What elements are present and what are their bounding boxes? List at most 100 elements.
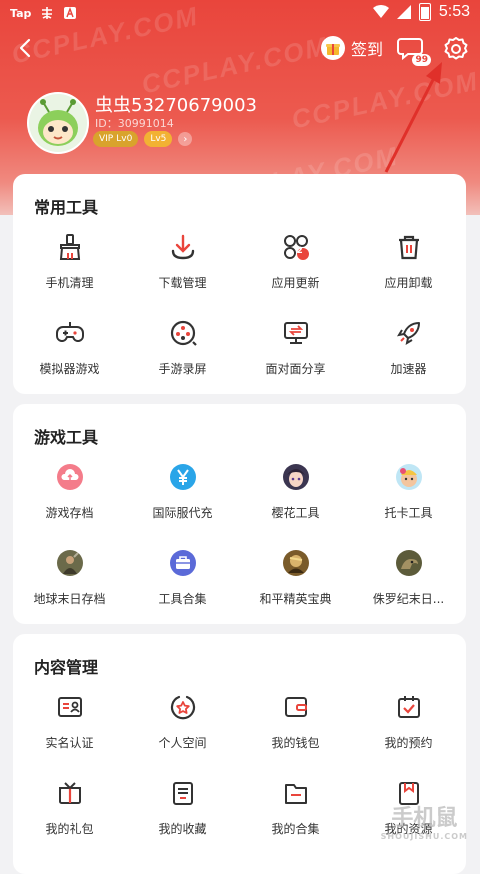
tool-label: 我的钱包 (271, 736, 320, 750)
tool-accelerator[interactable]: 加速器 (352, 316, 465, 377)
checkin-button[interactable]: 签到 (321, 36, 383, 60)
gear-icon (444, 37, 468, 60)
tool-label: 我的合集 (271, 822, 320, 836)
tool-my-wallet[interactable]: 我的钱包 (239, 690, 352, 751)
tool-phone-clean[interactable]: 手机清理 (13, 230, 126, 291)
signal-icon (396, 5, 411, 19)
tool-label: 应用卸载 (384, 276, 433, 290)
tool-label: 和平精英宝典 (259, 592, 332, 606)
toca-avatar-icon (392, 460, 426, 494)
annotation-arrow (384, 62, 442, 173)
chevron-right-icon[interactable]: › (178, 132, 193, 146)
status-time: 5:53 (438, 3, 470, 20)
personal-space-icon (166, 690, 200, 724)
tool-label: 我的收藏 (158, 822, 207, 836)
section-title: 内容管理 (34, 658, 99, 677)
tool-my-favorites[interactable]: 我的收藏 (126, 776, 239, 837)
vip-level: Lv0 (116, 134, 133, 144)
trash-icon (392, 230, 426, 264)
wallet-icon (279, 690, 313, 724)
level-badge[interactable]: Lv5 (144, 131, 173, 147)
tool-app-update[interactable]: 2 应用更新 (239, 230, 352, 291)
tool-label: 工具合集 (158, 592, 207, 606)
section-title: 常用工具 (34, 198, 99, 217)
record-icon (166, 316, 200, 350)
yen-icon (166, 460, 200, 494)
tool-emulator-games[interactable]: 模拟器游戏 (13, 316, 126, 377)
username[interactable]: 虫虫53270679003 (95, 91, 257, 117)
avatar-cartoon-icon (29, 94, 87, 152)
update-count-badge: 2 (296, 246, 303, 256)
common-tools-card: 常用工具 手机清理 下载管理 2 应用更新 应用卸载 模拟器游戏 手游录屏 面对… (13, 174, 466, 394)
gift-box-icon (321, 36, 345, 60)
tool-my-reservations[interactable]: 我的预约 (352, 690, 465, 751)
tool-label: 游戏存档 (45, 506, 94, 520)
tool-international-recharge[interactable]: 国际服代充 (126, 460, 239, 521)
tool-label: 实名认证 (45, 736, 94, 750)
watermark-text: CCPLAY.COM (138, 30, 332, 100)
tool-label: 手机清理 (45, 276, 94, 290)
tap-app-label: Tap (10, 6, 32, 20)
watermark-main: 手机鼠 (391, 806, 458, 831)
tool-jurassic-doomsday[interactable]: 侏罗纪末日... (352, 546, 465, 607)
section-title: 游戏工具 (34, 428, 99, 447)
tool-label: 个人空间 (158, 736, 207, 750)
tool-label: 国际服代充 (152, 506, 213, 520)
gamepad-icon (53, 316, 87, 350)
sakura-avatar-icon (279, 460, 313, 494)
tool-earth-doomsday-save[interactable]: 地球末日存档 (13, 546, 126, 607)
battery-icon (418, 3, 431, 21)
tool-label: 加速器 (390, 362, 427, 376)
tool-label: 地球末日存档 (33, 592, 106, 606)
tool-game-save[interactable]: 游戏存档 (13, 460, 126, 521)
status-bar: Tap 5:53 (0, 0, 480, 28)
user-id: ID：30991014 (95, 117, 174, 130)
tool-peace-elite-guide[interactable]: 和平精英宝典 (239, 546, 352, 607)
tool-toca[interactable]: 托卡工具 (352, 460, 465, 521)
chevron-left-icon (19, 38, 31, 58)
apps-update-icon: 2 (279, 230, 313, 264)
cloud-save-icon (53, 460, 87, 494)
calendar-check-icon (392, 690, 426, 724)
tool-my-gifts[interactable]: 我的礼包 (13, 776, 126, 837)
tool-label: 托卡工具 (384, 506, 433, 520)
messages-button[interactable]: 99 (397, 36, 431, 66)
share-screen-icon (279, 316, 313, 350)
download-icon (166, 230, 200, 264)
tool-download-manager[interactable]: 下载管理 (126, 230, 239, 291)
broom-icon (53, 230, 87, 264)
user-badges: VIP Lv0 Lv5 › (93, 131, 193, 147)
tool-label: 下载管理 (158, 276, 207, 290)
favorites-icon (166, 776, 200, 810)
tool-label: 模拟器游戏 (39, 362, 100, 376)
tool-sakura[interactable]: 樱花工具 (239, 460, 352, 521)
tool-screen-record[interactable]: 手游录屏 (126, 316, 239, 377)
tool-label: 手游录屏 (158, 362, 207, 376)
vip-badge[interactable]: VIP Lv0 (93, 131, 139, 147)
tool-real-name-auth[interactable]: 实名认证 (13, 690, 126, 751)
avatar[interactable] (27, 92, 89, 154)
game-tools-card: 游戏工具 游戏存档 国际服代充 樱花工具 托卡工具 地球末日存档 工具合集 和平… (13, 404, 466, 624)
jurassic-icon (392, 546, 426, 580)
corner-watermark: 手机鼠 SHOUJISHU.COM (381, 800, 468, 841)
back-button[interactable] (14, 36, 38, 60)
tool-label: 樱花工具 (271, 506, 320, 520)
tool-label: 我的礼包 (45, 822, 94, 836)
tool-app-uninstall[interactable]: 应用卸载 (352, 230, 465, 291)
earth-doomsday-icon (53, 546, 87, 580)
toolbox-icon (166, 546, 200, 580)
tool-toolbox[interactable]: 工具合集 (126, 546, 239, 607)
notification-a-icon (64, 7, 77, 19)
tool-face-to-face-share[interactable]: 面对面分享 (239, 316, 352, 377)
gift-icon (53, 776, 87, 810)
tool-label: 我的预约 (384, 736, 433, 750)
id-card-icon (53, 690, 87, 724)
vip-label: VIP (99, 134, 114, 144)
watermark-sub: SHOUJISHU.COM (380, 832, 468, 841)
peace-elite-icon (279, 546, 313, 580)
settings-button[interactable] (443, 36, 469, 62)
tool-label: 应用更新 (271, 276, 320, 290)
rocket-icon (392, 316, 426, 350)
tool-personal-space[interactable]: 个人空间 (126, 690, 239, 751)
tool-my-collections[interactable]: 我的合集 (239, 776, 352, 837)
